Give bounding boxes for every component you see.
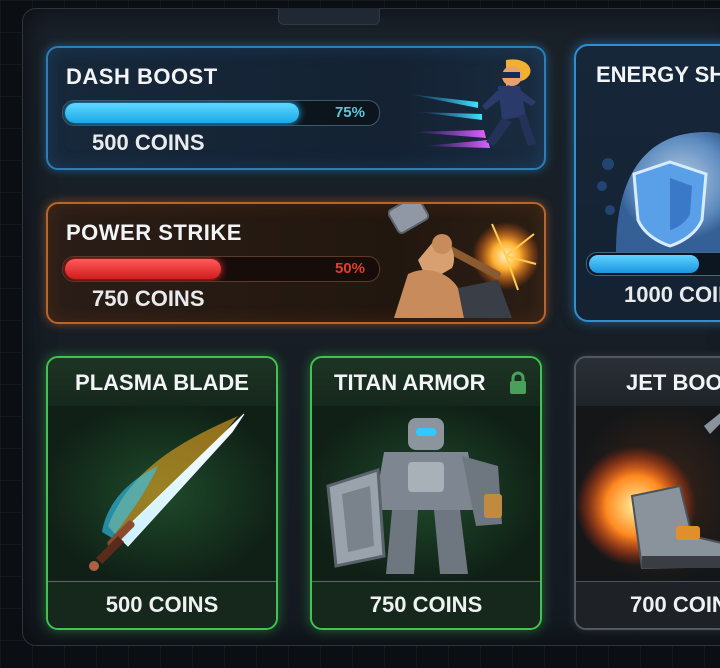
dash-boost-progress-bar: 75% xyxy=(62,100,380,126)
jet-boots-header: JET BOOTS xyxy=(576,358,720,407)
plasma-blade-cost: 500 COINS xyxy=(105,592,219,617)
power-strike-progress-label: 50% xyxy=(334,260,365,277)
dash-boost-progress-fill xyxy=(65,103,299,123)
plasma-blade-card[interactable]: PLASMA BLADE 500 COINS xyxy=(46,356,278,630)
power-strike-card[interactable]: POWER STRIKE 50% 750 COINS xyxy=(46,202,546,324)
power-strike-cost: 750 COINS xyxy=(92,286,205,311)
hammer-strike-icon xyxy=(388,204,538,318)
dash-boost-cost: 500 COINS xyxy=(92,130,205,155)
power-strike-progress-fill xyxy=(65,259,221,279)
energy-shield-cost: 1000 COINS xyxy=(624,282,720,307)
titan-armor-cost: 750 COINS xyxy=(369,592,483,617)
dash-boost-card[interactable]: DASH BOOST 75% 500 COINS xyxy=(46,46,546,170)
dash-boost-title: DASH BOOST xyxy=(66,64,218,89)
jet-boots-title: JET BOOTS xyxy=(626,370,720,395)
jet-boots-footer: 700 COINS xyxy=(576,581,720,628)
running-hero-icon xyxy=(398,50,538,162)
lock-icon xyxy=(508,371,528,395)
energy-shield-title: ENERGY SHIELD xyxy=(596,62,720,87)
power-strike-progress-bar: 50% xyxy=(62,256,380,282)
energy-shield-card[interactable]: ENERGY SHIELD 1000 COINS xyxy=(574,44,720,322)
power-strike-title: POWER STRIKE xyxy=(66,220,242,245)
mech-armor-icon xyxy=(312,406,540,580)
panel-tab xyxy=(278,8,380,25)
jet-boot-icon xyxy=(576,406,720,580)
jet-boots-cost: 700 COINS xyxy=(630,592,720,617)
titan-armor-card[interactable]: TITAN ARMOR 750 COINS xyxy=(310,356,542,630)
plasma-sword-icon xyxy=(48,406,276,580)
titan-armor-header: TITAN ARMOR xyxy=(312,358,540,407)
jet-boots-card[interactable]: JET BOOTS 700 COINS xyxy=(574,356,720,630)
energy-shield-progress-bar xyxy=(586,252,720,276)
titan-armor-footer: 750 COINS xyxy=(312,581,540,628)
plasma-blade-footer: 500 COINS xyxy=(48,581,276,628)
energy-shield-progress-fill xyxy=(589,255,699,273)
plasma-blade-header: PLASMA BLADE xyxy=(48,358,276,407)
plasma-blade-title: PLASMA BLADE xyxy=(75,370,249,395)
dash-boost-progress-label: 75% xyxy=(334,104,365,121)
